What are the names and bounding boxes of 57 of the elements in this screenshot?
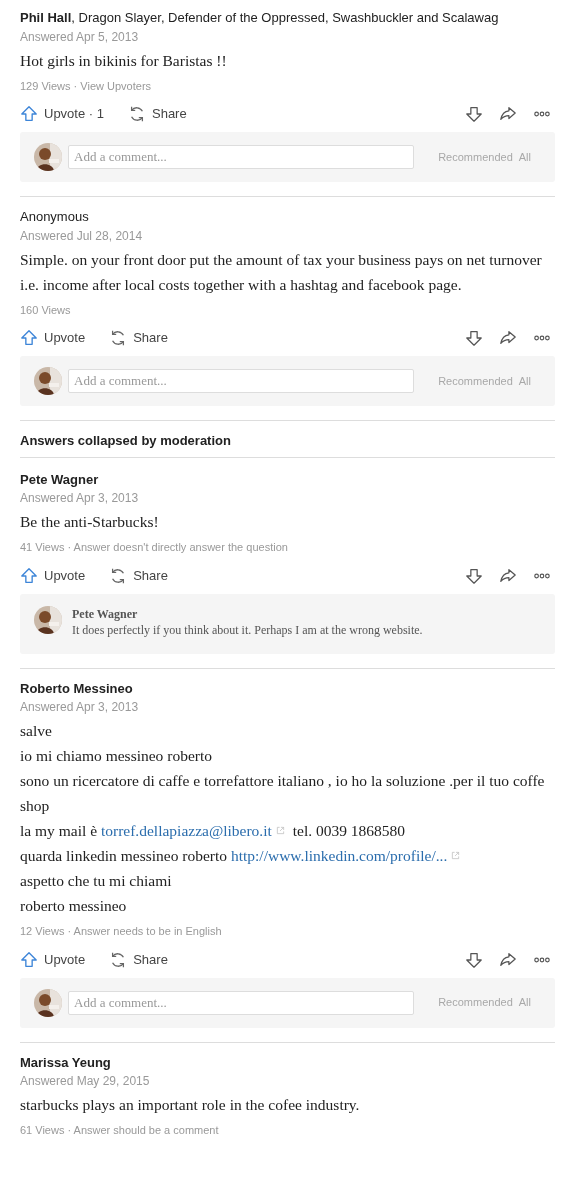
downvote-icon[interactable] (465, 950, 483, 969)
external-link-icon (275, 826, 285, 835)
share-button[interactable]: Share (109, 565, 168, 586)
upvote-icon (20, 105, 38, 123)
comment-text: It does perfectly if you think about it. Perhaps I am at the wrong website. (72, 621, 423, 638)
author-line: Roberto Messineo (20, 679, 134, 698)
answer-stats: 12 Views · Answer needs to be in English (20, 924, 223, 939)
answer-text: tel. 0039 1868580 (291, 822, 406, 839)
answer-stats: 41 Views · Answer doesn't directly answer the question (20, 540, 289, 555)
external-link-icon (451, 851, 461, 860)
upvote-icon (20, 950, 38, 969)
answer-date: Answered Apr 3, 2013 (20, 490, 140, 507)
upvote-button[interactable]: Upvote (20, 565, 86, 586)
section-heading: Answers collapsed by moderation (20, 429, 555, 458)
forward-icon[interactable] (499, 950, 517, 969)
upvote-icon (20, 329, 38, 347)
answer-text: salve (20, 721, 53, 741)
answer-date: Answered Apr 3, 2013 (20, 699, 140, 716)
forward-icon[interactable] (499, 105, 517, 123)
author-line: Anonymous (20, 208, 90, 226)
answer-text: Hot girls in bikinis for Baristas !! (20, 50, 228, 71)
forward-icon[interactable] (499, 566, 517, 585)
share-button[interactable]: Share (128, 104, 187, 124)
answer-stats: 160 Views (20, 302, 72, 318)
answer-text: Simple. on your front door put the amount of tax your business pays on net turnover i.e. income after local costs together with a hashtag and facebook page. (20, 249, 543, 295)
answer-date: Answered Apr 5, 2013 (20, 28, 140, 46)
downvote-icon[interactable] (465, 329, 483, 347)
answer-stats: 61 Views · Answer should be a comment (20, 1123, 220, 1138)
author-line: Pete Wagner (20, 470, 100, 489)
upvote-button[interactable]: Upvote (20, 328, 86, 348)
author-line: Phil Hall, Dragon Slayer, Defender of the Oppressed, Swashbuckler and Scalawag (20, 9, 500, 27)
answer-text: la my mail è (20, 822, 99, 839)
upvote-icon (20, 566, 38, 585)
link[interactable]: torref.dellapiazza@libero.it (100, 822, 272, 839)
upvote-button[interactable]: Upvote · 1 (20, 104, 104, 124)
answer-text: io mi chiamo messineo roberto (20, 746, 213, 766)
comment-field[interactable]: Add a comment... (68, 145, 414, 169)
upvote-button[interactable]: Upvote (20, 949, 86, 970)
answer-date: Answered May 29, 2015 (20, 1073, 151, 1090)
answer-text: quarda linkedin messineo roberto (20, 847, 229, 864)
share-button[interactable]: Share (109, 328, 168, 348)
comment-field[interactable]: Add a comment... (68, 990, 414, 1015)
comment-field[interactable]: Add a comment... (68, 369, 414, 393)
answer-text: starbucks plays an important role in the cofee industry. (20, 1095, 361, 1115)
share-icon (128, 105, 146, 123)
downvote-icon[interactable] (465, 566, 483, 585)
answer-text: Be the anti-Starbucks! (20, 512, 160, 532)
comment-author: Pete Wagner (72, 605, 139, 622)
forward-icon[interactable] (499, 329, 517, 347)
answer-date: Answered Jul 28, 2014 (20, 227, 144, 245)
answer-text: roberto messineo (20, 896, 128, 916)
downvote-icon[interactable] (465, 105, 483, 123)
answer-stats: 129 Views · View Upvoters (20, 78, 153, 94)
link[interactable]: http://www.linkedin.com/profile/... (230, 847, 448, 864)
author-line: Marissa Yeung (20, 1053, 112, 1072)
share-button[interactable]: Share (109, 949, 168, 970)
answer-text: aspetto che tu mi chiami (20, 871, 173, 891)
